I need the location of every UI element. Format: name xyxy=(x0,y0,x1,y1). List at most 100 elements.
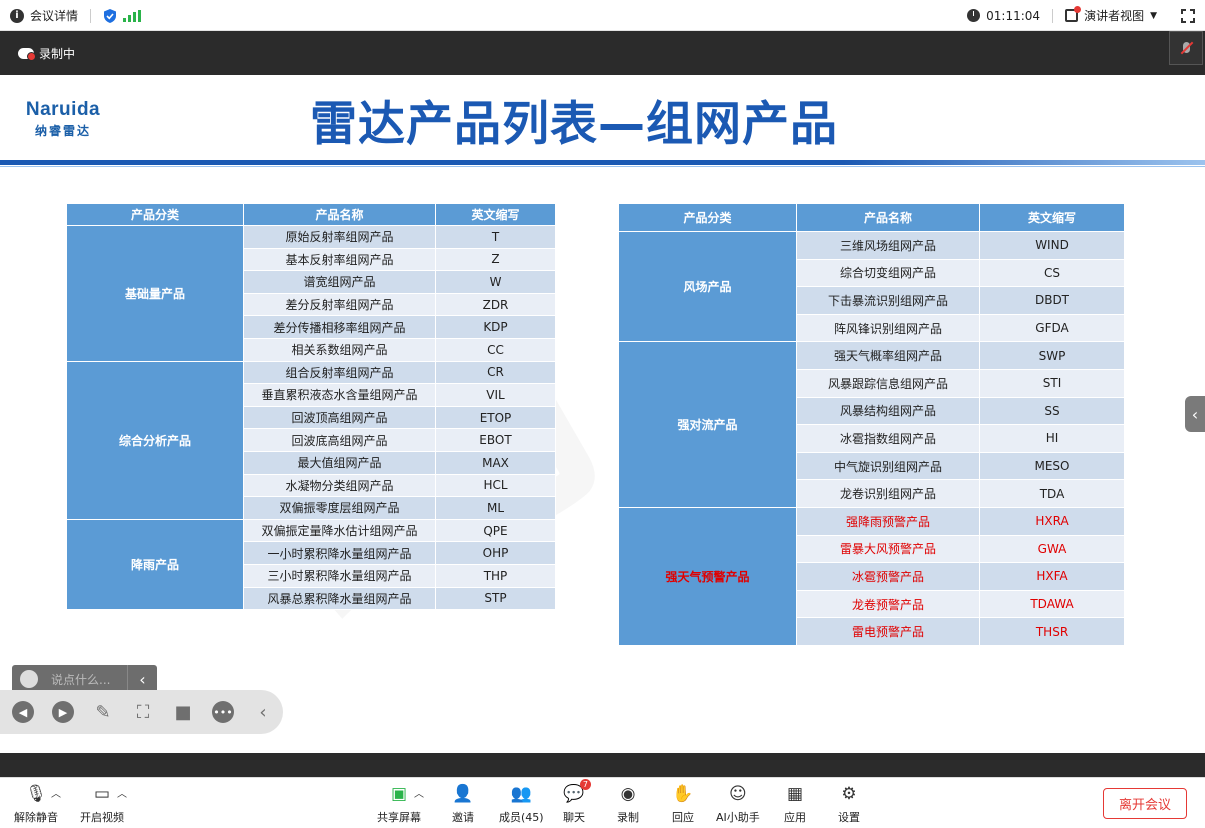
chat-button[interactable]: 💬 7 聊天 xyxy=(563,779,591,825)
abbreviation-cell: VIL xyxy=(435,383,556,407)
apps-icon: ▦ xyxy=(786,784,804,804)
title-underline xyxy=(0,160,1205,165)
table-header: 产品名称 xyxy=(796,203,980,232)
chevron-down-icon[interactable]: ▼ xyxy=(1150,11,1157,21)
product-name-cell: 最大值组网产品 xyxy=(243,450,436,475)
pen-icon[interactable]: ✎ xyxy=(92,701,114,723)
abbreviation-cell: SWP xyxy=(979,341,1125,370)
video-off-icon: ▭ ︿ xyxy=(93,784,127,804)
abbreviation-cell: ML xyxy=(435,496,556,520)
table-header: 产品名称 xyxy=(243,203,436,226)
record-label: 录制 xyxy=(617,811,639,824)
abbreviation-cell: ETOP xyxy=(435,405,556,430)
info-icon[interactable]: i xyxy=(10,8,24,23)
product-name-cell: 中气旋识别组网产品 xyxy=(796,451,980,481)
apps-button[interactable]: ▦ 应用 xyxy=(784,783,806,825)
start-video-button[interactable]: ▭ ︿ 开启视频 xyxy=(80,783,127,825)
invite-label: 邀请 xyxy=(452,811,474,824)
ai-assistant-button[interactable]: ☺ AI小助手 xyxy=(716,783,760,825)
invite-icon: 👤 xyxy=(452,784,474,804)
screenshot-icon[interactable]: ⛶ xyxy=(132,701,154,723)
abbreviation-cell: Z xyxy=(435,247,556,272)
shield-icon[interactable] xyxy=(103,8,117,23)
abbreviation-cell: KDP xyxy=(435,315,556,339)
record-button[interactable]: ◉ 录制 xyxy=(617,783,639,825)
product-name-cell: 风暴跟踪信息组网产品 xyxy=(796,368,980,398)
more-icon[interactable]: ••• xyxy=(212,701,234,723)
category-cell: 强对流产品 xyxy=(618,341,797,508)
chat-badge: 7 xyxy=(579,779,591,790)
abbreviation-cell: STI xyxy=(979,368,1125,398)
product-name-cell: 原始反射率组网产品 xyxy=(243,225,436,249)
abbreviation-cell: MESO xyxy=(979,451,1125,481)
chat-input[interactable]: 说点什么... xyxy=(51,671,121,688)
chevron-left-icon: ‹ xyxy=(1191,404,1199,424)
table-header: 产品分类 xyxy=(618,203,797,232)
product-name-cell: 阵风锋识别组网产品 xyxy=(796,313,980,343)
product-name-cell: 雷电预警产品 xyxy=(796,617,980,646)
share-screen-button[interactable]: ▣ ︿ 共享屏幕 xyxy=(377,783,424,825)
recording-bar: 录制中 xyxy=(0,31,1205,75)
side-panel-toggle[interactable]: ‹ xyxy=(1185,396,1205,432)
top-bar: i 会议详情 01:11:04 演讲者视图 ▼ xyxy=(0,0,1205,31)
product-name-cell: 双偏振定量降水估计组网产品 xyxy=(243,518,436,543)
members-button[interactable]: 👥 成员(45) xyxy=(499,783,544,825)
table-header: 英文缩写 xyxy=(979,203,1125,232)
table-row: 风场产品 三维风场组网产品 WIND xyxy=(618,230,1125,343)
presenter-view-button[interactable]: 演讲者视图 xyxy=(1084,7,1144,24)
camera-icon[interactable]: ■ xyxy=(172,701,194,723)
recording-indicator[interactable]: 录制中 xyxy=(18,45,75,62)
leave-meeting-button[interactable]: 离开会议 xyxy=(1103,788,1187,819)
product-name-cell: 冰雹指数组网产品 xyxy=(796,424,980,453)
collapse-chat-button[interactable]: ‹ xyxy=(127,665,157,693)
unmute-button[interactable]: 🎙 ︿ 解除静音 xyxy=(14,783,61,825)
members-label: 成员(45) xyxy=(499,811,544,824)
meeting-timer: 01:11:04 xyxy=(986,8,1041,23)
abbreviation-cell: CR xyxy=(435,360,556,385)
product-name-cell: 风暴结构组网产品 xyxy=(796,396,980,426)
next-icon[interactable]: ▶ xyxy=(52,701,74,723)
product-name-cell: 差分传播相移率组网产品 xyxy=(243,315,436,339)
fullscreen-icon[interactable] xyxy=(1181,8,1195,23)
abbreviation-cell: DBDT xyxy=(979,286,1125,315)
table-row: 强对流产品 强天气概率组网产品 SWP xyxy=(618,341,1125,508)
slide-title: 雷达产品列表—组网产品 xyxy=(310,97,838,152)
emoji-icon[interactable] xyxy=(20,670,38,688)
previous-icon[interactable]: ◀ xyxy=(12,701,34,723)
invite-button[interactable]: 👤 邀请 xyxy=(452,783,474,825)
product-name-cell: 差分反射率组网产品 xyxy=(243,292,436,317)
self-video-tile[interactable] xyxy=(1169,31,1203,65)
collapse-icon[interactable]: ‹ xyxy=(252,701,274,723)
abbreviation-cell: EBOT xyxy=(435,428,556,452)
settings-button[interactable]: ⚙ 设置 xyxy=(838,783,860,825)
product-name-cell: 龙卷识别组网产品 xyxy=(796,479,980,508)
abbreviation-cell: GWA xyxy=(979,534,1125,564)
stage-bottom-strip xyxy=(0,753,1205,777)
table-row: 综合分析产品 组合反射率组网产品 CR xyxy=(66,360,556,520)
signal-icon[interactable] xyxy=(123,9,142,22)
presenter-view-icon[interactable] xyxy=(1065,6,1082,22)
abbreviation-cell: THP xyxy=(435,563,556,588)
abbreviation-cell: T xyxy=(435,225,556,249)
product-name-cell: 综合切变组网产品 xyxy=(796,258,980,288)
product-name-cell: 回波顶高组网产品 xyxy=(243,405,436,430)
annotation-toolbar: ◀ ▶ ✎ ⛶ ■ ••• ‹ xyxy=(0,690,283,734)
abbreviation-cell: GFDA xyxy=(979,313,1125,343)
meeting-details-link[interactable]: 会议详情 xyxy=(30,7,78,24)
react-button[interactable]: ✋ 回应 xyxy=(672,783,694,825)
abbreviation-cell: WIND xyxy=(979,231,1125,260)
divider xyxy=(90,8,92,23)
react-icon: ✋ xyxy=(672,784,694,804)
category-cell: 强天气预警产品 xyxy=(618,506,797,646)
abbreviation-cell: ZDR xyxy=(435,292,556,317)
apps-label: 应用 xyxy=(784,811,806,824)
table-row: 降雨产品 双偏振定量降水估计组网产品 QPE xyxy=(66,518,556,611)
unmute-label: 解除静音 xyxy=(14,811,58,824)
chat-quick-input[interactable]: 说点什么... ‹ xyxy=(12,665,157,693)
product-table-right: 产品分类 产品名称 英文缩写 风场产品 三维风场组网产品 WIND 综合切变组网产品 CS 下… xyxy=(618,203,1125,646)
mic-off-icon: 🎙 ︿ xyxy=(25,784,61,804)
settings-label: 设置 xyxy=(838,811,860,824)
table-header: 产品分类 xyxy=(66,203,244,226)
abbreviation-cell: TDAWA xyxy=(979,589,1125,619)
abbreviation-cell: TDA xyxy=(979,479,1125,508)
